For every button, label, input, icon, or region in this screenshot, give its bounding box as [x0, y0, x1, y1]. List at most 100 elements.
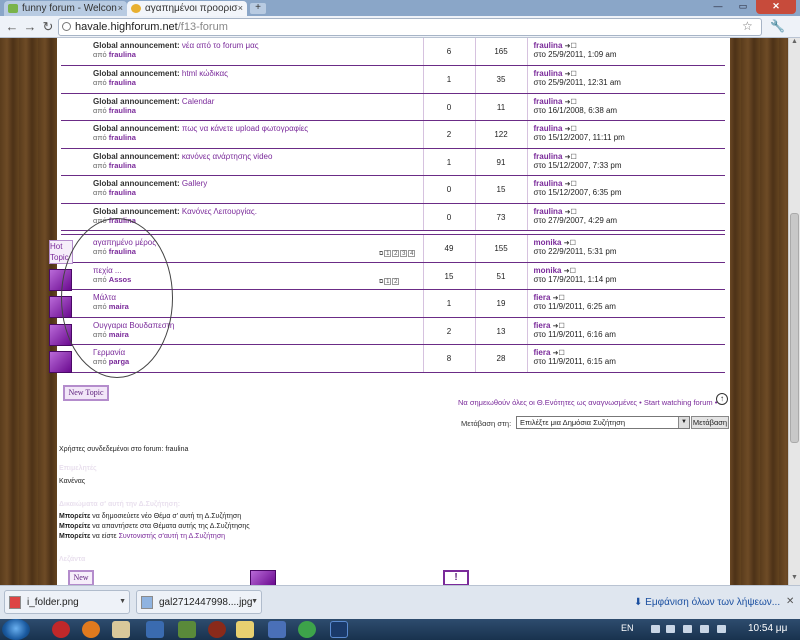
opera-icon[interactable]	[52, 621, 70, 638]
mark-read-links[interactable]: Να σημειωθούν όλες οι Θ.Ενότητες ως αναγ…	[458, 398, 717, 407]
new-topic-button[interactable]: New Topic	[63, 385, 109, 401]
go-to-post-icon[interactable]: ➜☐	[565, 154, 577, 161]
page-link[interactable]: 2	[392, 250, 400, 257]
go-to-post-icon[interactable]: ➜☐	[564, 240, 576, 247]
last-post-date: στο 17/9/2011, 1:14 pm	[533, 274, 617, 284]
wrench-icon[interactable]: 🔧	[770, 19, 785, 33]
window-close-button[interactable]: ✕	[756, 0, 796, 14]
chrome-icon[interactable]	[298, 621, 316, 638]
url-host: havale.highforum.net	[75, 21, 178, 33]
minimize-button[interactable]: —	[706, 0, 730, 14]
author-link[interactable]: fraulina	[109, 188, 136, 197]
download-item[interactable]: gal2712447998....jpg ▼	[136, 590, 262, 614]
app-icon[interactable]	[268, 621, 286, 638]
go-to-post-icon[interactable]: ➜☐	[565, 181, 577, 188]
views-count: 15	[474, 175, 527, 204]
firefox-icon[interactable]	[82, 621, 100, 638]
page-link[interactable]: 1	[384, 250, 392, 257]
author-link[interactable]: fraulina	[109, 78, 136, 87]
tray-icon[interactable]	[651, 625, 660, 633]
scroll-top-icon[interactable]: ↑	[716, 393, 728, 405]
app-icon[interactable]	[178, 621, 196, 638]
close-icon[interactable]: ×	[238, 3, 243, 13]
reload-icon[interactable]: ↻	[40, 19, 56, 35]
go-to-post-icon[interactable]: ➜☐	[553, 323, 565, 330]
topic-title-link[interactable]: νέα από το forum μας	[182, 41, 259, 50]
page-link[interactable]: 2	[392, 277, 400, 285]
start-button[interactable]	[2, 619, 30, 640]
last-post-user[interactable]: monika	[534, 238, 562, 247]
last-post-cell: fraulina ➜☐ στο 25/9/2011, 1:09 am	[526, 38, 725, 66]
topic-title-link[interactable]: html κώδικας	[182, 69, 228, 78]
scroll-thumb[interactable]	[790, 213, 799, 443]
page-scrollbar[interactable]: ▲ ▼	[788, 38, 800, 585]
topic-title-link[interactable]: Κανόνες Λειτουργίας.	[182, 207, 257, 216]
go-to-post-icon[interactable]: ➜☐	[565, 43, 577, 50]
maximize-button[interactable]: ▭	[731, 0, 755, 14]
address-bar[interactable]: havale.highforum.net/f13-forum	[58, 18, 762, 36]
go-to-post-icon[interactable]: ➜☐	[564, 268, 576, 275]
go-to-post-icon[interactable]: ➜☐	[565, 126, 577, 133]
photoshop-icon[interactable]	[330, 621, 348, 638]
go-to-post-icon[interactable]: ➜☐	[553, 350, 565, 357]
go-to-post-icon[interactable]: ➜☐	[565, 71, 577, 78]
network-icon[interactable]	[683, 625, 692, 633]
tab-active-forum[interactable]: αγαπημένοι προορισ ×	[127, 1, 247, 16]
volume-icon[interactable]	[700, 625, 709, 633]
app-icon[interactable]	[112, 621, 130, 638]
last-post-user[interactable]: fraulina	[534, 207, 563, 216]
page-link[interactable]: 3	[400, 250, 408, 257]
tray-icon[interactable]	[717, 625, 726, 633]
author-link[interactable]: fraulina	[109, 50, 136, 59]
last-post-user[interactable]: fraulina	[534, 152, 563, 161]
topic-title-link[interactable]: Gallery	[182, 179, 207, 188]
author-link[interactable]: fraulina	[109, 133, 136, 142]
replies-count: 2	[422, 317, 475, 345]
page-link[interactable]: 1	[384, 277, 392, 285]
last-post-user[interactable]: monika	[534, 266, 562, 275]
last-post-user[interactable]: fraulina	[534, 41, 563, 50]
legend-heading: Λεζάντα	[59, 556, 86, 563]
forward-arrow-icon[interactable]: →	[22, 19, 38, 35]
topic-title-link[interactable]: κανόνες ανάρτησης video	[182, 152, 273, 161]
app-icon[interactable]	[146, 621, 164, 638]
show-all-downloads-link[interactable]: ⬇ Εμφάνιση όλων των λήψεων...	[634, 597, 780, 608]
last-post-user[interactable]: fraulina	[534, 124, 563, 133]
jump-to-select[interactable]: Επιλέξτε μια Δημόσια Συζήτηση ▼	[516, 416, 690, 429]
page-link[interactable]: 4	[408, 250, 416, 257]
new-tab-button[interactable]: +	[250, 3, 266, 14]
author-link[interactable]: fraulina	[109, 161, 136, 170]
scroll-up-arrow-icon[interactable]: ▲	[789, 38, 800, 49]
go-to-post-icon[interactable]: ➜☐	[553, 295, 565, 302]
topic-title-link[interactable]: Calendar	[182, 97, 214, 106]
last-post-user[interactable]: fiera	[534, 321, 551, 330]
last-post-user[interactable]: fraulina	[534, 69, 563, 78]
topic-title-link[interactable]: πως να κάνετε upload φωτογραφίες	[182, 124, 308, 133]
topic-title-cell: Global announcement: html κώδικας από fra…	[61, 65, 423, 94]
bookmark-star-icon[interactable]: ☆	[742, 19, 753, 33]
back-arrow-icon[interactable]: ←	[4, 19, 20, 35]
last-post-user[interactable]: fraulina	[534, 179, 563, 188]
tab-funny-forum[interactable]: funny forum - Welcon ×	[4, 1, 127, 16]
scroll-down-arrow-icon[interactable]: ▼	[789, 574, 800, 585]
last-post-user[interactable]: fiera	[534, 293, 551, 302]
jump-go-button[interactable]: Μετάβαση	[691, 416, 729, 429]
system-clock[interactable]: 10:54 μμ	[748, 623, 787, 634]
close-icon[interactable]: ×	[118, 3, 123, 13]
go-to-post-icon[interactable]: ➜☐	[565, 99, 577, 106]
moderator-link[interactable]: Συντονιστής σ'αυτή τη Δ.Συζήτηση	[119, 533, 225, 540]
folder-icon[interactable]	[236, 621, 254, 638]
last-post-cell: fraulina ➜☐ στο 15/12/2007, 7:33 pm	[526, 148, 725, 176]
chevron-down-icon[interactable]: ▼	[119, 598, 126, 605]
replies-count: 1	[422, 148, 475, 176]
download-item[interactable]: i_folder.png ▼	[4, 590, 130, 614]
language-indicator[interactable]: EN	[621, 623, 634, 633]
chevron-down-icon[interactable]: ▼	[251, 598, 258, 605]
author-link[interactable]: fraulina	[109, 106, 136, 115]
tray-icon[interactable]	[666, 625, 675, 633]
app-icon[interactable]	[208, 621, 226, 638]
last-post-user[interactable]: fraulina	[534, 97, 563, 106]
close-icon[interactable]: ✕	[786, 596, 794, 607]
go-to-post-icon[interactable]: ➜☐	[565, 209, 577, 216]
last-post-user[interactable]: fiera	[534, 348, 551, 357]
